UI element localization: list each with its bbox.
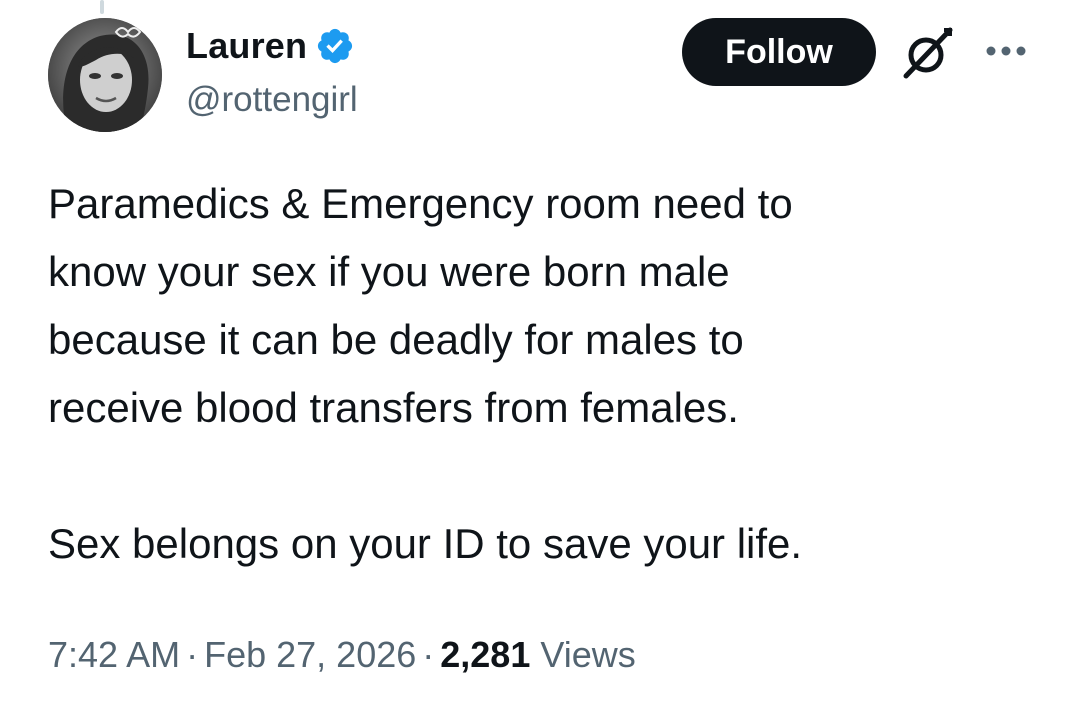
tweet-header: Lauren @rottengirl Follow: [0, 0, 1080, 150]
tweet-time[interactable]: 7:42 AM: [48, 634, 180, 675]
meta-separator: ·: [422, 634, 435, 675]
follow-button[interactable]: Follow: [682, 18, 876, 86]
views-count[interactable]: 2,281: [440, 634, 530, 675]
verified-badge-icon[interactable]: [315, 26, 355, 66]
display-name-row: Lauren: [186, 24, 355, 68]
grok-icon[interactable]: [898, 22, 958, 82]
avatar-photo: [48, 18, 162, 132]
views-label: Views: [540, 634, 636, 675]
user-handle[interactable]: @rottengirl: [186, 80, 358, 120]
more-options-icon[interactable]: [982, 36, 1030, 66]
tweet-text: Paramedics & Emergency room need to know…: [48, 180, 803, 567]
avatar[interactable]: [48, 18, 162, 132]
meta-separator: ·: [186, 634, 199, 675]
tweet-date[interactable]: Feb 27, 2026: [204, 634, 416, 675]
tweet-meta: 7:42 AM · Feb 27, 2026 · 2,281 Views: [48, 634, 636, 676]
display-name[interactable]: Lauren: [186, 25, 307, 67]
